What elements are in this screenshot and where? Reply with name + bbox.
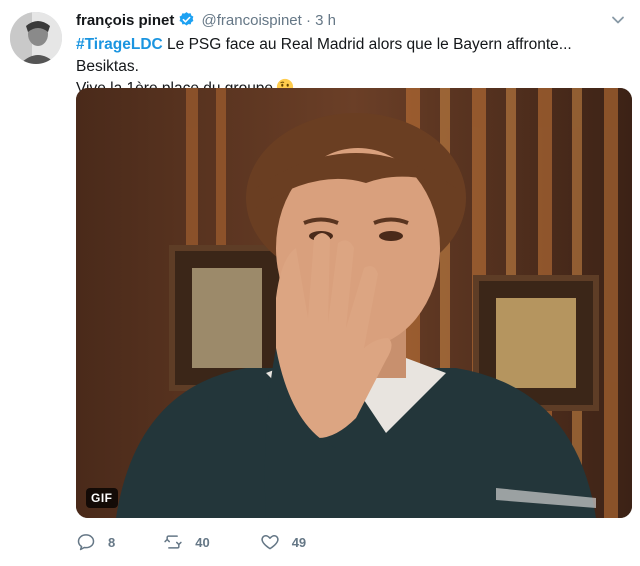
- like-button[interactable]: 49: [260, 532, 306, 552]
- tweet: françois pinet @francoispinet · 3 h #Tir…: [0, 0, 640, 566]
- timestamp[interactable]: 3 h: [315, 12, 336, 29]
- author-name[interactable]: françois pinet: [76, 12, 174, 29]
- chevron-down-icon[interactable]: [610, 12, 626, 28]
- separator: ·: [305, 12, 311, 29]
- avatar[interactable]: [10, 12, 62, 64]
- retweet-button[interactable]: 40: [163, 532, 210, 552]
- author-handle[interactable]: @francoispinet: [202, 12, 302, 29]
- retweet-icon: [163, 532, 183, 552]
- reply-button[interactable]: 8: [76, 532, 115, 552]
- retweet-count: 40: [195, 534, 210, 550]
- hashtag-link[interactable]: #TirageLDC: [76, 36, 163, 53]
- reply-icon: [76, 532, 96, 552]
- like-count: 49: [291, 534, 307, 550]
- tweet-header: françois pinet @francoispinet · 3 h: [76, 11, 626, 34]
- reply-count: 8: [108, 534, 116, 550]
- verified-badge-icon: [178, 11, 195, 34]
- gif-media[interactable]: GIF: [76, 88, 632, 518]
- tweet-actions: 8 40 49: [76, 530, 338, 554]
- gif-badge: GIF: [86, 488, 118, 508]
- like-heart-icon: [260, 532, 280, 552]
